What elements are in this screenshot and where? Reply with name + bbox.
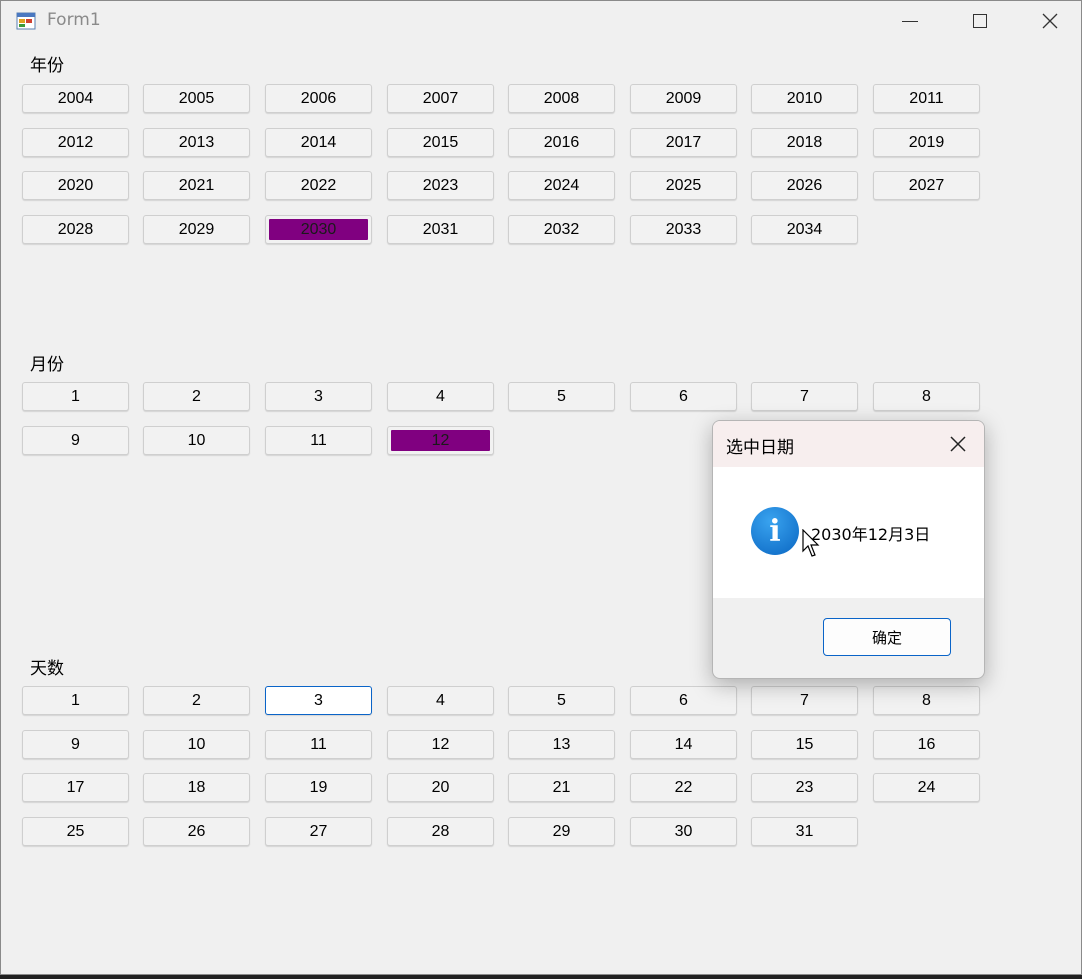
year-button-2021[interactable]: 2021	[143, 171, 250, 200]
day-button-8[interactable]: 8	[873, 686, 980, 715]
day-button-26[interactable]: 26	[143, 817, 250, 846]
year-button-2012[interactable]: 2012	[22, 128, 129, 157]
day-button-23[interactable]: 23	[751, 773, 858, 802]
day-button-3[interactable]: 3	[265, 686, 372, 715]
year-button-2032[interactable]: 2032	[508, 215, 615, 244]
day-button-29[interactable]: 29	[508, 817, 615, 846]
year-button-2008[interactable]: 2008	[508, 84, 615, 113]
day-button-4[interactable]: 4	[387, 686, 494, 715]
year-button-2011[interactable]: 2011	[873, 84, 980, 113]
month-button-9[interactable]: 9	[22, 426, 129, 455]
dialog-title-bar[interactable]: 选中日期	[713, 421, 984, 467]
year-button-2027[interactable]: 2027	[873, 171, 980, 200]
day-button-24[interactable]: 24	[873, 773, 980, 802]
day-button-2[interactable]: 2	[143, 686, 250, 715]
year-button-2029[interactable]: 2029	[143, 215, 250, 244]
day-button-22[interactable]: 22	[630, 773, 737, 802]
year-button-2025[interactable]: 2025	[630, 171, 737, 200]
month-button-12[interactable]: 12	[387, 426, 494, 455]
year-section-label: 年份	[30, 56, 64, 76]
day-button-6[interactable]: 6	[630, 686, 737, 715]
month-button-6[interactable]: 6	[630, 382, 737, 411]
dialog-title: 选中日期	[726, 438, 794, 458]
close-button[interactable]	[1015, 1, 1082, 41]
year-button-2014[interactable]: 2014	[265, 128, 372, 157]
minimize-icon	[902, 20, 918, 22]
year-button-2016[interactable]: 2016	[508, 128, 615, 157]
day-button-27[interactable]: 27	[265, 817, 372, 846]
year-button-2034[interactable]: 2034	[751, 215, 858, 244]
title-bar[interactable]: Form1	[1, 1, 1081, 41]
year-button-2023[interactable]: 2023	[387, 171, 494, 200]
year-button-2006[interactable]: 2006	[265, 84, 372, 113]
year-button-2020[interactable]: 2020	[22, 171, 129, 200]
day-button-30[interactable]: 30	[630, 817, 737, 846]
year-button-2009[interactable]: 2009	[630, 84, 737, 113]
month-button-3[interactable]: 3	[265, 382, 372, 411]
info-icon: i	[751, 507, 799, 555]
dialog-close-button[interactable]	[943, 429, 973, 459]
dialog-message: 2030年12月3日	[811, 525, 931, 544]
month-button-label: 12	[391, 430, 490, 451]
year-button-2030[interactable]: 2030	[265, 215, 372, 244]
month-button-11[interactable]: 11	[265, 426, 372, 455]
year-button-2031[interactable]: 2031	[387, 215, 494, 244]
year-button-2024[interactable]: 2024	[508, 171, 615, 200]
day-button-12[interactable]: 12	[387, 730, 494, 759]
day-button-25[interactable]: 25	[22, 817, 129, 846]
year-button-2005[interactable]: 2005	[143, 84, 250, 113]
year-button-2028[interactable]: 2028	[22, 215, 129, 244]
day-button-18[interactable]: 18	[143, 773, 250, 802]
dialog-body: i 2030年12月3日	[713, 467, 984, 598]
day-button-21[interactable]: 21	[508, 773, 615, 802]
window-title: Form1	[47, 10, 101, 30]
day-section-label: 天数	[30, 659, 64, 679]
year-button-2018[interactable]: 2018	[751, 128, 858, 157]
minimize-button[interactable]	[875, 1, 945, 41]
year-button-2004[interactable]: 2004	[22, 84, 129, 113]
day-button-1[interactable]: 1	[22, 686, 129, 715]
close-icon	[1042, 13, 1058, 29]
year-button-label: 2030	[269, 219, 368, 240]
day-button-11[interactable]: 11	[265, 730, 372, 759]
year-button-2033[interactable]: 2033	[630, 215, 737, 244]
year-button-2022[interactable]: 2022	[265, 171, 372, 200]
close-icon	[950, 436, 966, 452]
year-button-2010[interactable]: 2010	[751, 84, 858, 113]
day-button-31[interactable]: 31	[751, 817, 858, 846]
day-button-14[interactable]: 14	[630, 730, 737, 759]
month-section-label: 月份	[30, 355, 64, 375]
month-button-1[interactable]: 1	[22, 382, 129, 411]
day-button-9[interactable]: 9	[22, 730, 129, 759]
main-window: Form1 年份 2004 2005 2006 2007 2008 2009 2010 201…	[0, 0, 1082, 975]
ok-button[interactable]: 确定	[823, 618, 951, 656]
month-button-4[interactable]: 4	[387, 382, 494, 411]
app-icon	[16, 12, 36, 30]
year-button-2015[interactable]: 2015	[387, 128, 494, 157]
maximize-icon	[973, 14, 987, 28]
day-button-16[interactable]: 16	[873, 730, 980, 759]
month-button-10[interactable]: 10	[143, 426, 250, 455]
year-button-2019[interactable]: 2019	[873, 128, 980, 157]
month-button-5[interactable]: 5	[508, 382, 615, 411]
month-button-7[interactable]: 7	[751, 382, 858, 411]
month-button-8[interactable]: 8	[873, 382, 980, 411]
year-button-2013[interactable]: 2013	[143, 128, 250, 157]
year-button-2007[interactable]: 2007	[387, 84, 494, 113]
day-button-28[interactable]: 28	[387, 817, 494, 846]
day-button-19[interactable]: 19	[265, 773, 372, 802]
day-button-7[interactable]: 7	[751, 686, 858, 715]
day-button-13[interactable]: 13	[508, 730, 615, 759]
day-button-5[interactable]: 5	[508, 686, 615, 715]
message-dialog: 选中日期 i 2030年12月3日 确定	[712, 420, 985, 679]
day-button-20[interactable]: 20	[387, 773, 494, 802]
maximize-button[interactable]	[945, 1, 1015, 41]
year-button-2017[interactable]: 2017	[630, 128, 737, 157]
taskbar-edge	[0, 975, 1082, 979]
day-button-17[interactable]: 17	[22, 773, 129, 802]
day-button-15[interactable]: 15	[751, 730, 858, 759]
year-button-2026[interactable]: 2026	[751, 171, 858, 200]
month-button-2[interactable]: 2	[143, 382, 250, 411]
day-button-10[interactable]: 10	[143, 730, 250, 759]
